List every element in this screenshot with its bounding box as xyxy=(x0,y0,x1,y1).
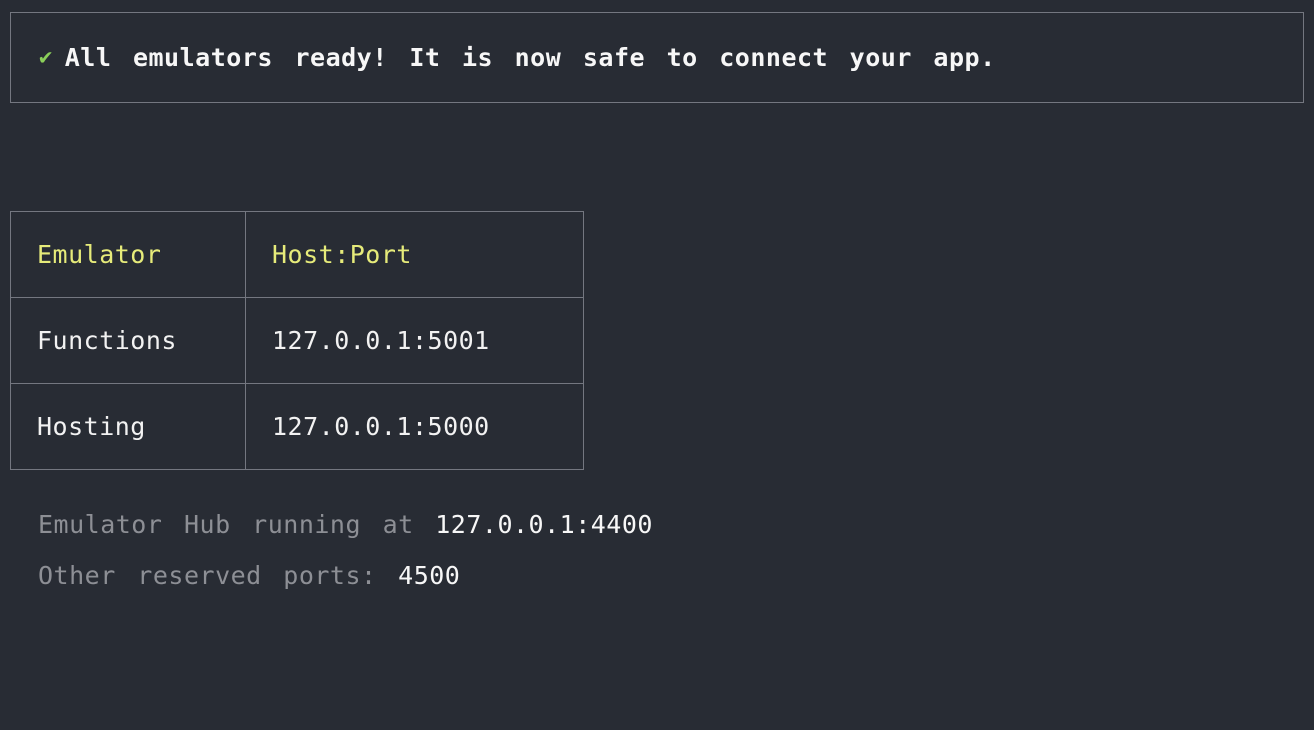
hub-address: 127.0.0.1:4400 xyxy=(435,510,653,539)
status-message: All emulators ready! It is now safe to c… xyxy=(65,43,996,72)
reserved-label: Other reserved ports: xyxy=(38,561,398,590)
table-row: Functions 127.0.0.1:5001 xyxy=(11,298,584,384)
status-banner: ✔ All emulators ready! It is now safe to… xyxy=(10,12,1304,103)
cell-emulator: Functions xyxy=(11,298,246,384)
reserved-ports-info: Other reserved ports: 4500 xyxy=(10,561,1304,590)
col-header-emulator: Emulator xyxy=(11,212,246,298)
cell-hostport: 127.0.0.1:5001 xyxy=(246,298,584,384)
col-header-hostport: Host:Port xyxy=(246,212,584,298)
emulator-table: Emulator Host:Port Functions 127.0.0.1:5… xyxy=(10,211,584,470)
reserved-ports: 4500 xyxy=(398,561,460,590)
hub-label: Emulator Hub running at xyxy=(38,510,435,539)
table-row: Hosting 127.0.0.1:5000 xyxy=(11,384,584,470)
cell-emulator: Hosting xyxy=(11,384,246,470)
table-header-row: Emulator Host:Port xyxy=(11,212,584,298)
hub-info: Emulator Hub running at 127.0.0.1:4400 xyxy=(10,510,1304,539)
check-icon: ✔ xyxy=(39,45,53,70)
cell-hostport: 127.0.0.1:5000 xyxy=(246,384,584,470)
